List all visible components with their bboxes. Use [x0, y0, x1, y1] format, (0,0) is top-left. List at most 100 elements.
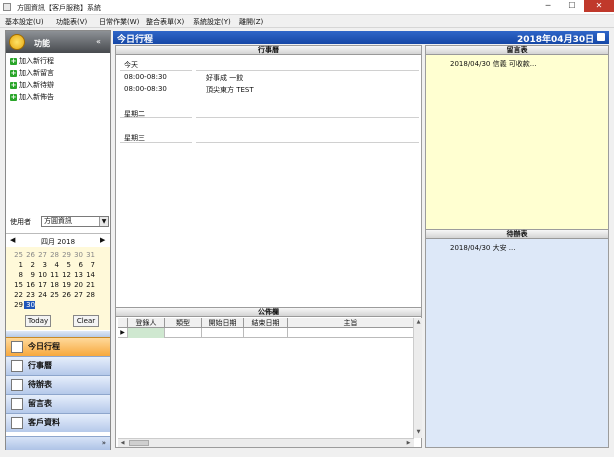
plus-icon: + — [10, 81, 17, 89]
calendar-day[interactable]: 3 — [36, 261, 47, 269]
calendar-day[interactable]: 20 — [72, 281, 83, 289]
calendar-day[interactable]: 24 — [36, 291, 47, 299]
entry-text[interactable]: 頂尖東方 TEST — [206, 85, 254, 95]
table-cell[interactable] — [244, 328, 288, 338]
calendar-day[interactable]: 19 — [60, 281, 71, 289]
calendar-day[interactable]: 16 — [24, 281, 35, 289]
calendar-day[interactable]: 29 — [12, 301, 23, 309]
calendar-day[interactable]: 28 — [48, 251, 59, 259]
calendar-day[interactable]: 22 — [12, 291, 23, 299]
nav-today-schedule[interactable]: 今日行程 — [6, 337, 110, 356]
chevron-down-icon[interactable]: ▼ — [99, 217, 108, 226]
menu-functions[interactable]: 功能表(V) — [56, 17, 87, 27]
calendar-day[interactable]: 17 — [36, 281, 47, 289]
calendar-day[interactable]: 26 — [60, 291, 71, 299]
calendar-day[interactable]: 8 — [12, 271, 23, 279]
user-select[interactable]: 方圓資訊 ▼ — [41, 216, 109, 227]
column-header-end-date[interactable]: 結束日期 — [244, 318, 288, 328]
row-marker-icon: ▶ — [118, 328, 128, 338]
message-item[interactable]: 2018/04/30 信義 可收款... — [450, 59, 536, 69]
clear-button[interactable]: Clear — [73, 315, 99, 327]
menu-exit[interactable]: 離開(Z) — [239, 17, 263, 27]
minimize-button[interactable]: ─ — [536, 0, 560, 12]
column-header-subject[interactable]: 主旨 — [288, 318, 414, 328]
calendar-day[interactable]: 31 — [84, 251, 95, 259]
scroll-left-icon[interactable]: ◀ — [118, 440, 127, 446]
notice-header: 公佈欄 — [116, 308, 421, 317]
function-panel-header[interactable]: 功能 « — [6, 31, 110, 53]
entry-text[interactable]: 好事成 一餃 — [206, 73, 243, 83]
scroll-down-icon[interactable]: ▼ — [414, 429, 423, 435]
calendar-day[interactable]: 14 — [84, 271, 95, 279]
calendar-day[interactable]: 30 — [24, 301, 35, 309]
calendar-icon — [11, 360, 23, 372]
table-cell[interactable] — [288, 328, 414, 338]
nav-messages[interactable]: 留言表 — [6, 394, 110, 413]
calendar-day[interactable]: 30 — [72, 251, 83, 259]
notice-grid-header: 登錄人 類型 開始日期 結束日期 主旨 — [118, 318, 414, 328]
calendar-day[interactable]: 5 — [60, 261, 71, 269]
table-row[interactable]: ▶ — [118, 328, 414, 338]
prev-month-icon[interactable]: ◀ — [10, 236, 15, 244]
menu-basic-settings[interactable]: 基本設定(U) — [5, 17, 44, 27]
collapse-icon[interactable]: « — [96, 37, 101, 46]
calendar-day[interactable]: 25 — [12, 251, 23, 259]
calendar-day[interactable]: 25 — [48, 291, 59, 299]
window-bottom-edge — [0, 450, 614, 457]
menu-daily-operations[interactable]: 日常作業(W) — [99, 17, 139, 27]
scroll-thumb[interactable] — [129, 440, 149, 446]
calendar-day[interactable]: 2 — [24, 261, 35, 269]
nav-todo[interactable]: 待辦表 — [6, 375, 110, 394]
scroll-right-icon[interactable]: ▶ — [404, 440, 413, 446]
calendar-day[interactable]: 29 — [60, 251, 71, 259]
function-gear-icon — [9, 34, 25, 50]
column-header-start-date[interactable]: 開始日期 — [202, 318, 244, 328]
nav-calendar[interactable]: 行事曆 — [6, 356, 110, 375]
maximize-button[interactable]: ☐ — [560, 0, 584, 12]
calendar-day[interactable]: 27 — [72, 291, 83, 299]
calendar-day[interactable]: 4 — [48, 261, 59, 269]
add-schedule-link[interactable]: + 加入新行程 — [10, 56, 54, 66]
vertical-scrollbar[interactable]: ▲ ▼ — [413, 318, 422, 438]
next-month-icon[interactable]: ▶ — [100, 236, 105, 244]
divider — [120, 70, 192, 71]
add-notice-link[interactable]: + 加入新佈告 — [10, 92, 54, 102]
calendar-day[interactable]: 15 — [12, 281, 23, 289]
table-cell[interactable] — [165, 328, 202, 338]
calendar-day[interactable]: 28 — [84, 291, 95, 299]
table-cell[interactable] — [202, 328, 244, 338]
nav-customers[interactable]: 客戶資料 — [6, 413, 110, 432]
column-header-author[interactable]: 登錄人 — [128, 318, 165, 328]
nav-label: 留言表 — [28, 399, 52, 408]
column-header-type[interactable]: 類型 — [165, 318, 202, 328]
calendar-day[interactable]: 13 — [72, 271, 83, 279]
app-icon — [3, 3, 11, 11]
calendar-day[interactable]: 6 — [72, 261, 83, 269]
calendar-day[interactable]: 9 — [24, 271, 35, 279]
close-button[interactable]: ✕ — [584, 0, 614, 12]
calendar-day[interactable]: 10 — [36, 271, 47, 279]
add-message-link[interactable]: + 加入新留言 — [10, 68, 54, 78]
horizontal-scrollbar[interactable]: ◀ ▶ — [118, 438, 414, 447]
calendar-day[interactable]: 18 — [48, 281, 59, 289]
schedule-panel: 行事曆 今天 08:00-08:30 好事成 一餃 08:00-08:30 頂尖… — [115, 45, 422, 308]
edit-icon[interactable] — [597, 33, 605, 41]
calendar-day[interactable]: 26 — [24, 251, 35, 259]
calendar-day[interactable]: 21 — [84, 281, 95, 289]
calendar-day[interactable]: 1 — [12, 261, 23, 269]
calendar-day[interactable]: 7 — [84, 261, 95, 269]
add-todo-link[interactable]: + 加入新待辦 — [10, 80, 54, 90]
day-label: 星期二 — [124, 110, 145, 118]
calendar-day[interactable]: 11 — [48, 271, 59, 279]
today-button[interactable]: Today — [25, 315, 51, 327]
table-cell[interactable] — [128, 328, 165, 338]
scroll-up-icon[interactable]: ▲ — [414, 319, 423, 325]
menu-system-settings[interactable]: 系統設定(Y) — [193, 17, 231, 27]
menu-integrated-forms[interactable]: 整合表單(X) — [146, 17, 184, 27]
calendar-day[interactable]: 27 — [36, 251, 47, 259]
calendar-day[interactable]: 12 — [60, 271, 71, 279]
calendar-day[interactable]: 23 — [24, 291, 35, 299]
todo-item[interactable]: 2018/04/30 大安 ... — [450, 243, 515, 253]
expand-chevron-icon[interactable]: » — [102, 439, 106, 447]
window-titlebar: 方圓資訊【客戶服務】系統 ─ ☐ ✕ — [0, 0, 614, 15]
